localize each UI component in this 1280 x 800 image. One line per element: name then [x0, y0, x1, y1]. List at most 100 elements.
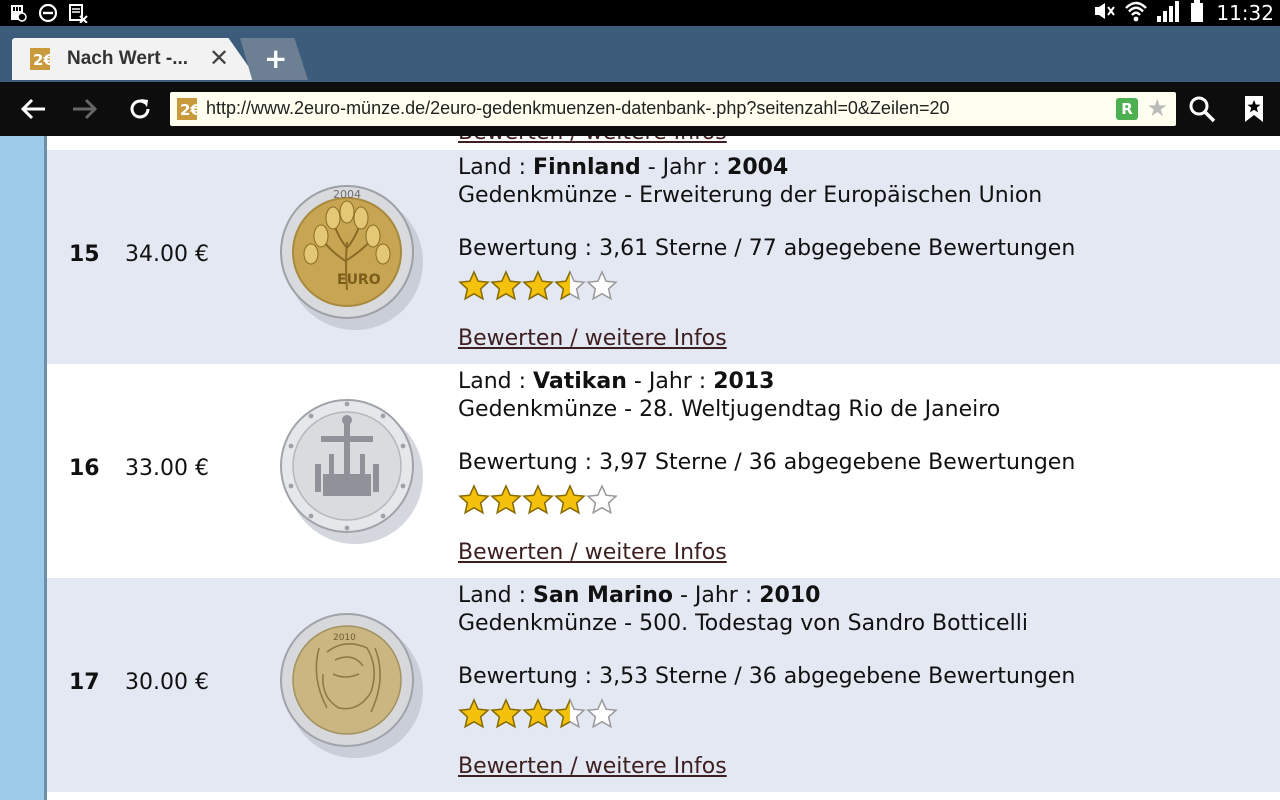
svg-text:2004: 2004 — [333, 188, 361, 201]
coin-price: 33.00 € — [125, 456, 209, 481]
coin-description: Gedenkmünze - 500. Todestag von Sandro B… — [458, 611, 1028, 636]
sd-card-icon — [8, 3, 28, 23]
rank-number: 16 — [69, 456, 100, 481]
bookmark-star-icon[interactable]: ★ — [1146, 94, 1168, 122]
next-row-edge — [47, 792, 1280, 800]
star-icon — [586, 698, 618, 729]
star-icon — [586, 270, 618, 301]
rank-number: 15 — [69, 242, 100, 267]
coin-row: 17 30.00 € 2010 Land : San Marino - Jahr… — [47, 578, 1280, 792]
star-rating — [458, 484, 618, 516]
site-favicon-icon: 2€ — [177, 98, 201, 120]
coin-image[interactable]: 2004 EURO — [275, 180, 425, 330]
coin-country-year: Land : San Marino - Jahr : 2010 — [458, 582, 1028, 610]
coin-info: Land : Finnland - Jahr : 2004 Gedenkmünz… — [458, 154, 1042, 210]
site-favicon-icon: 2€ — [30, 48, 54, 70]
url-text[interactable]: http://www.2euro-münze.de/2euro-gedenkmu… — [206, 98, 950, 119]
arrow-right-icon — [73, 98, 98, 120]
star-icon — [490, 484, 522, 515]
star-icon — [458, 270, 490, 301]
star-rating-graphic — [458, 270, 618, 301]
coin-image[interactable] — [275, 394, 425, 544]
country-name: Finnland — [533, 155, 641, 180]
rating-text: Bewertung : 3,61 Sterne / 77 abgegebene … — [458, 236, 1076, 261]
rating-text: Bewertung : 3,53 Sterne / 36 abgegebene … — [458, 664, 1076, 689]
coin-info: Land : Vatikan - Jahr : 2013 Gedenkmünze… — [458, 368, 1000, 424]
star-icon — [522, 698, 554, 729]
year-value: 2010 — [759, 583, 821, 608]
blocked-app-icon — [68, 3, 88, 23]
status-bar: 11:32 — [0, 0, 1280, 26]
star-icon — [554, 484, 586, 515]
coin-description: Gedenkmünze - 28. Weltjugendtag Rio de J… — [458, 397, 1001, 422]
coin-row: 16 33.00 € Land: Vatikan - Jahr: 2013 … — [47, 364, 1280, 578]
rate-more-info-link[interactable]: Bewerten / weitere Infos — [458, 326, 727, 351]
year-value: 2004 — [727, 155, 789, 180]
year-label: - Jahr : — [626, 369, 714, 394]
year-label: - Jahr : — [640, 155, 728, 180]
svg-text:EURO: EURO — [337, 272, 381, 288]
star-icon — [522, 270, 554, 301]
wifi-icon — [1124, 0, 1148, 26]
tab-strip: 2€ Nach Wert -... ✕ + — [0, 26, 1280, 82]
coin-price: 34.00 € — [125, 242, 209, 267]
country-name: San Marino — [533, 583, 673, 608]
address-bar[interactable]: 2€ http://www.2euro-münze.de/2euro-geden… — [170, 92, 1176, 126]
web-page: Bewerten / weitere Infos 15 34.00 € — [0, 136, 1280, 800]
signal-icon — [1156, 0, 1182, 26]
country-name: Vatikan — [533, 369, 627, 394]
coin-description: Gedenkmünze - Erweiterung der Europäisch… — [458, 183, 1043, 208]
plus-icon: + — [264, 42, 288, 75]
star-rating-graphic — [458, 484, 618, 515]
land-label: Land : — [458, 583, 534, 608]
sidebar-strip — [0, 136, 44, 800]
svg-text:2€: 2€ — [33, 51, 50, 69]
reload-button[interactable] — [122, 91, 158, 127]
coin-country-year: Land : Finnland - Jahr : 2004 — [458, 154, 1042, 182]
coin-row: 15 34.00 € 2004 EURO Land: Finnland - J… — [47, 150, 1280, 364]
tab-title: Nach Wert -... — [67, 48, 189, 69]
rating-text: Bewertung : 3,97 Sterne / 36 abgegebene … — [458, 450, 1076, 475]
browser-tab-active[interactable]: 2€ Nach Wert -... ✕ — [12, 38, 258, 80]
bookmark-icon — [1245, 96, 1263, 122]
coin-country-year: Land : Vatikan - Jahr : 2013 — [458, 368, 1000, 396]
star-icon — [490, 698, 522, 729]
search-button[interactable] — [1184, 91, 1220, 127]
star-rating — [458, 270, 618, 302]
year-label: - Jahr : — [672, 583, 760, 608]
search-icon — [1189, 96, 1216, 123]
rate-more-info-link[interactable]: Bewerten / weitere Infos — [458, 540, 727, 565]
star-icon — [554, 698, 586, 729]
browser-toolbar: 2€ http://www.2euro-münze.de/2euro-geden… — [0, 82, 1280, 136]
rate-more-info-link[interactable]: Bewerten / weitere Infos — [458, 754, 727, 779]
svg-text:2€: 2€ — [180, 101, 197, 119]
reload-icon — [130, 99, 150, 119]
close-tab-icon[interactable]: ✕ — [207, 46, 231, 70]
forward-button[interactable] — [67, 91, 103, 127]
land-label: Land : — [458, 369, 534, 394]
arrow-left-icon — [20, 98, 45, 120]
star-icon — [490, 270, 522, 301]
coin-price: 30.00 € — [125, 670, 209, 695]
star-icon — [458, 484, 490, 515]
star-rating — [458, 698, 618, 730]
star-icon — [554, 270, 586, 301]
extension-icon[interactable]: R — [1116, 98, 1138, 120]
clock: 11:32 — [1216, 1, 1274, 25]
star-rating-graphic — [458, 698, 618, 729]
coin-info: Land : San Marino - Jahr : 2010 Gedenkmü… — [458, 582, 1028, 638]
coin-image[interactable]: 2010 — [275, 608, 425, 758]
mute-icon — [1092, 1, 1116, 25]
previous-rate-link[interactable]: Bewerten / weitere Infos — [458, 136, 727, 145]
land-label: Land : — [458, 155, 534, 180]
year-value: 2013 — [713, 369, 775, 394]
back-button[interactable] — [15, 91, 51, 127]
rank-number: 17 — [69, 670, 100, 695]
star-icon — [586, 484, 618, 515]
svg-text:2010: 2010 — [333, 633, 356, 643]
star-icon — [458, 698, 490, 729]
battery-icon — [1190, 0, 1204, 26]
star-icon — [522, 484, 554, 515]
do-not-disturb-icon — [38, 3, 58, 23]
bookmarks-button[interactable] — [1236, 91, 1272, 127]
